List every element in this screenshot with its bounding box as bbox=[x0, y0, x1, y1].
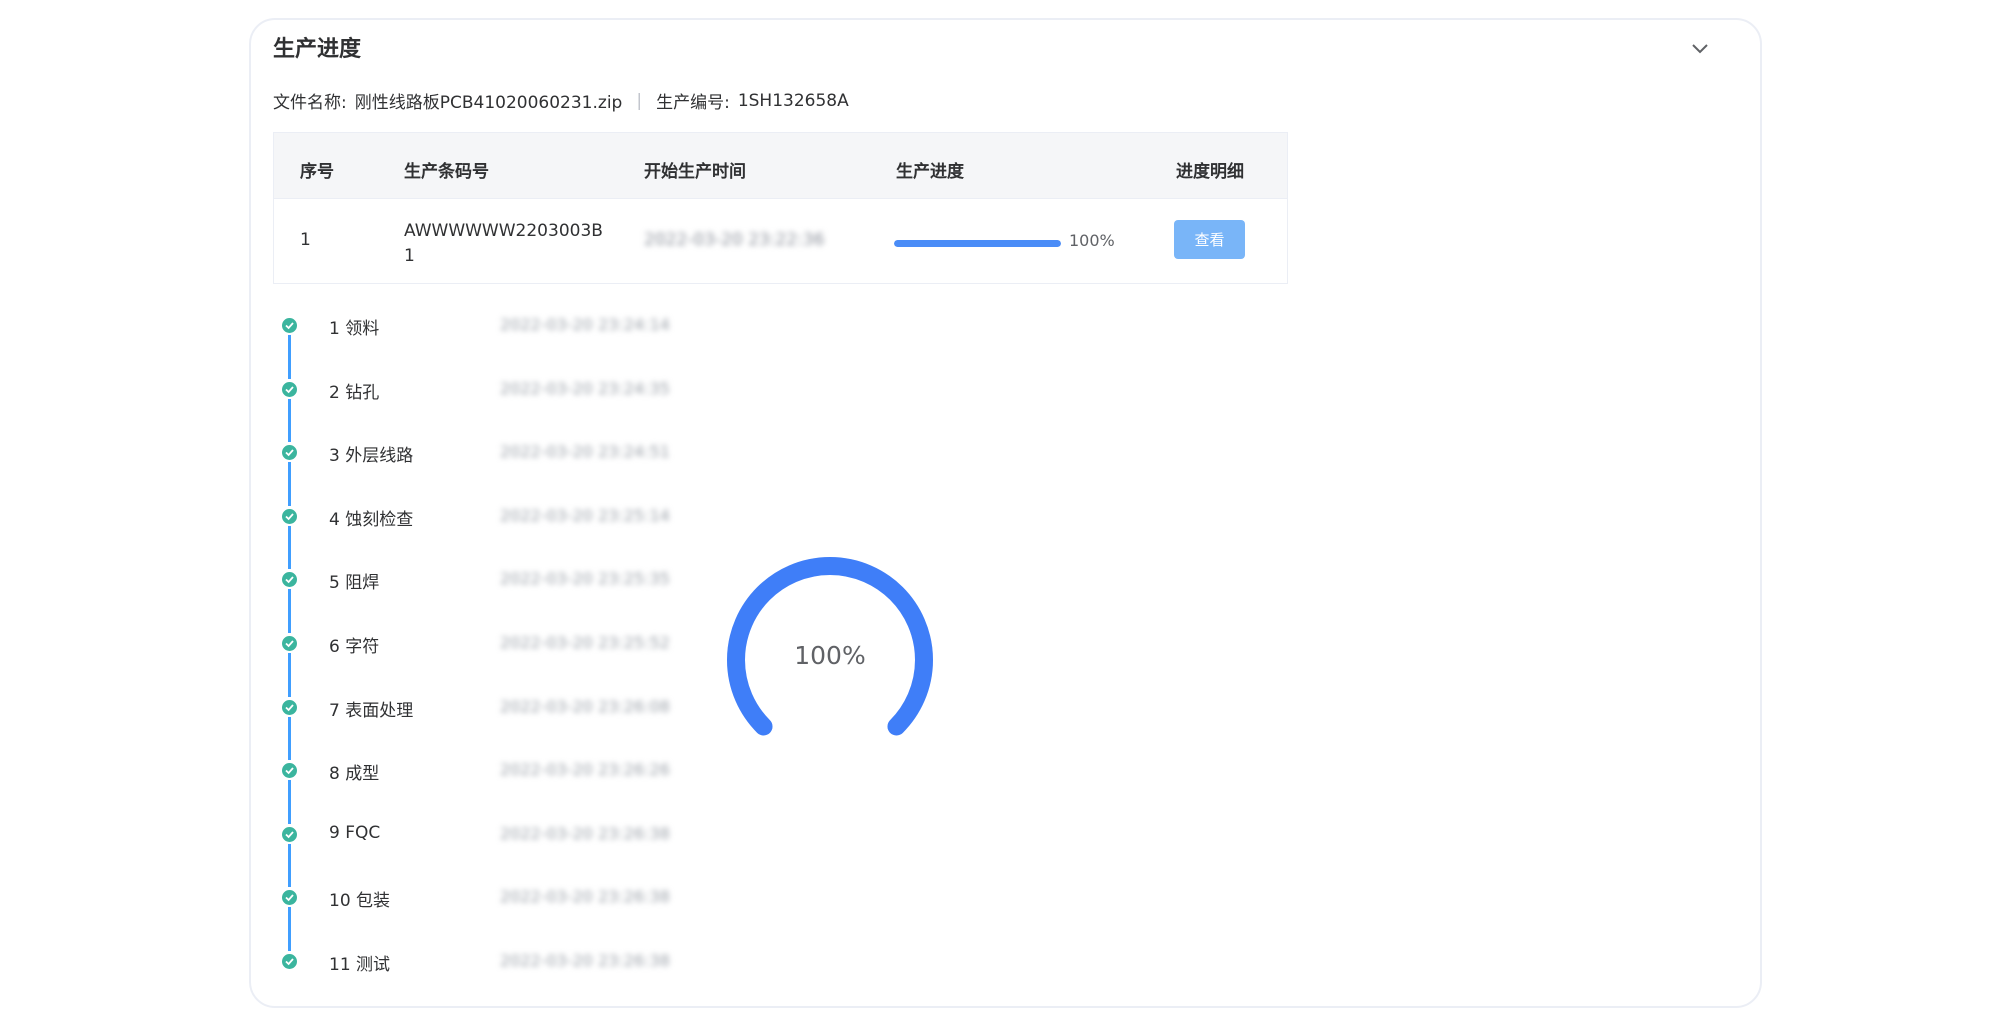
step-time: 2022-03-20 23:26:08 bbox=[500, 696, 670, 716]
step-time: 2022-03-20 23:24:51 bbox=[500, 442, 670, 462]
check-circle-icon bbox=[282, 636, 297, 651]
check-circle-icon bbox=[282, 445, 297, 461]
step-label: 11 测试 bbox=[329, 955, 391, 975]
header-progress: 生产进度 bbox=[896, 162, 964, 182]
step-time: 2022-03-20 23:24:35 bbox=[500, 378, 670, 398]
file-name: 刚性线路板PCB41020060231.zip bbox=[354, 93, 623, 113]
table-row: 1 AWWWWWW2203003B1 2022-03-20 23:22:36 1… bbox=[274, 199, 1287, 285]
check-circle-icon bbox=[282, 763, 297, 779]
step-time: 2022-03-20 23:25:52 bbox=[500, 633, 670, 652]
header-detail: 进度明细 bbox=[1176, 162, 1244, 182]
step-label: 3 外层线路 bbox=[329, 446, 414, 467]
step-label: 6 字符 bbox=[329, 637, 380, 657]
row-start-time: 2022-03-20 23:22:36 bbox=[644, 230, 825, 250]
timeline-connector bbox=[288, 398, 291, 443]
check-circle-icon bbox=[282, 890, 297, 906]
prod-no: 1SH132658A bbox=[737, 90, 849, 111]
step-time: 2022-03-20 23:25:14 bbox=[500, 505, 670, 525]
step-label: 2 钻孔 bbox=[329, 382, 380, 403]
check-circle-icon bbox=[282, 318, 297, 333]
timeline-connector bbox=[288, 335, 291, 379]
check-circle-icon bbox=[282, 572, 297, 588]
check-circle-icon bbox=[282, 508, 297, 524]
prod-no-label: 生产编号: bbox=[656, 93, 730, 113]
row-progress-bar bbox=[894, 240, 1061, 247]
step-label: 10 包装 bbox=[329, 891, 391, 912]
check-circle-icon bbox=[282, 954, 297, 969]
timeline-connector bbox=[288, 653, 291, 697]
section-title: 生产进度 bbox=[273, 37, 362, 62]
header-start-time: 开始生产时间 bbox=[644, 162, 746, 182]
timeline-connector bbox=[288, 462, 291, 506]
timeline-connector bbox=[288, 716, 291, 761]
chevron-down-icon bbox=[1692, 44, 1708, 54]
step-time: 2022-03-20 23:24:14 bbox=[500, 315, 670, 334]
timeline-connector bbox=[288, 907, 291, 951]
step-time: 2022-03-20 23:26:26 bbox=[500, 760, 670, 780]
header-index: 序号 bbox=[300, 162, 334, 182]
collapse-button[interactable] bbox=[1688, 36, 1712, 60]
timeline-connector bbox=[288, 780, 291, 824]
step-time: 2022-03-20 23:26:38 bbox=[500, 823, 670, 843]
step-label: 7 表面处理 bbox=[329, 700, 414, 721]
file-name-label: 文件名称: bbox=[273, 93, 347, 113]
file-info: 文件名称: 刚性线路板PCB41020060231.zip | 生产编号: 1S… bbox=[273, 88, 849, 114]
step-label: 5 阻焊 bbox=[329, 573, 380, 594]
step-label: 9 FQC bbox=[329, 822, 381, 843]
step-time: 2022-03-20 23:26:38 bbox=[500, 887, 670, 907]
production-table: 序号 生产条码号 开始生产时间 生产进度 进度明细 1 AWWWWWW22030… bbox=[273, 132, 1288, 284]
step-label: 1 领料 bbox=[329, 319, 380, 339]
timeline-connector bbox=[288, 525, 291, 570]
row-barcode: AWWWWWW2203003B1 bbox=[404, 221, 603, 266]
step-label: 4 蚀刻检查 bbox=[329, 509, 414, 530]
row-progress-fill bbox=[894, 240, 1061, 247]
timeline-connector bbox=[288, 843, 291, 888]
step-label: 8 成型 bbox=[329, 764, 380, 785]
step-time: 2022-03-20 23:25:35 bbox=[500, 569, 670, 589]
info-separator: | bbox=[636, 90, 643, 111]
check-circle-icon bbox=[282, 826, 297, 842]
view-detail-button[interactable]: 查看 bbox=[1174, 220, 1245, 259]
row-index: 1 bbox=[300, 230, 311, 250]
timeline-connector bbox=[288, 589, 291, 633]
step-time: 2022-03-20 23:26:38 bbox=[500, 951, 670, 970]
table-header: 序号 生产条码号 开始生产时间 生产进度 进度明细 bbox=[274, 133, 1287, 199]
check-circle-icon bbox=[282, 699, 297, 715]
header-barcode: 生产条码号 bbox=[404, 162, 489, 182]
row-progress-text: 100% bbox=[1069, 231, 1115, 250]
gauge-text: 100% bbox=[794, 641, 866, 670]
check-circle-icon bbox=[282, 381, 297, 397]
